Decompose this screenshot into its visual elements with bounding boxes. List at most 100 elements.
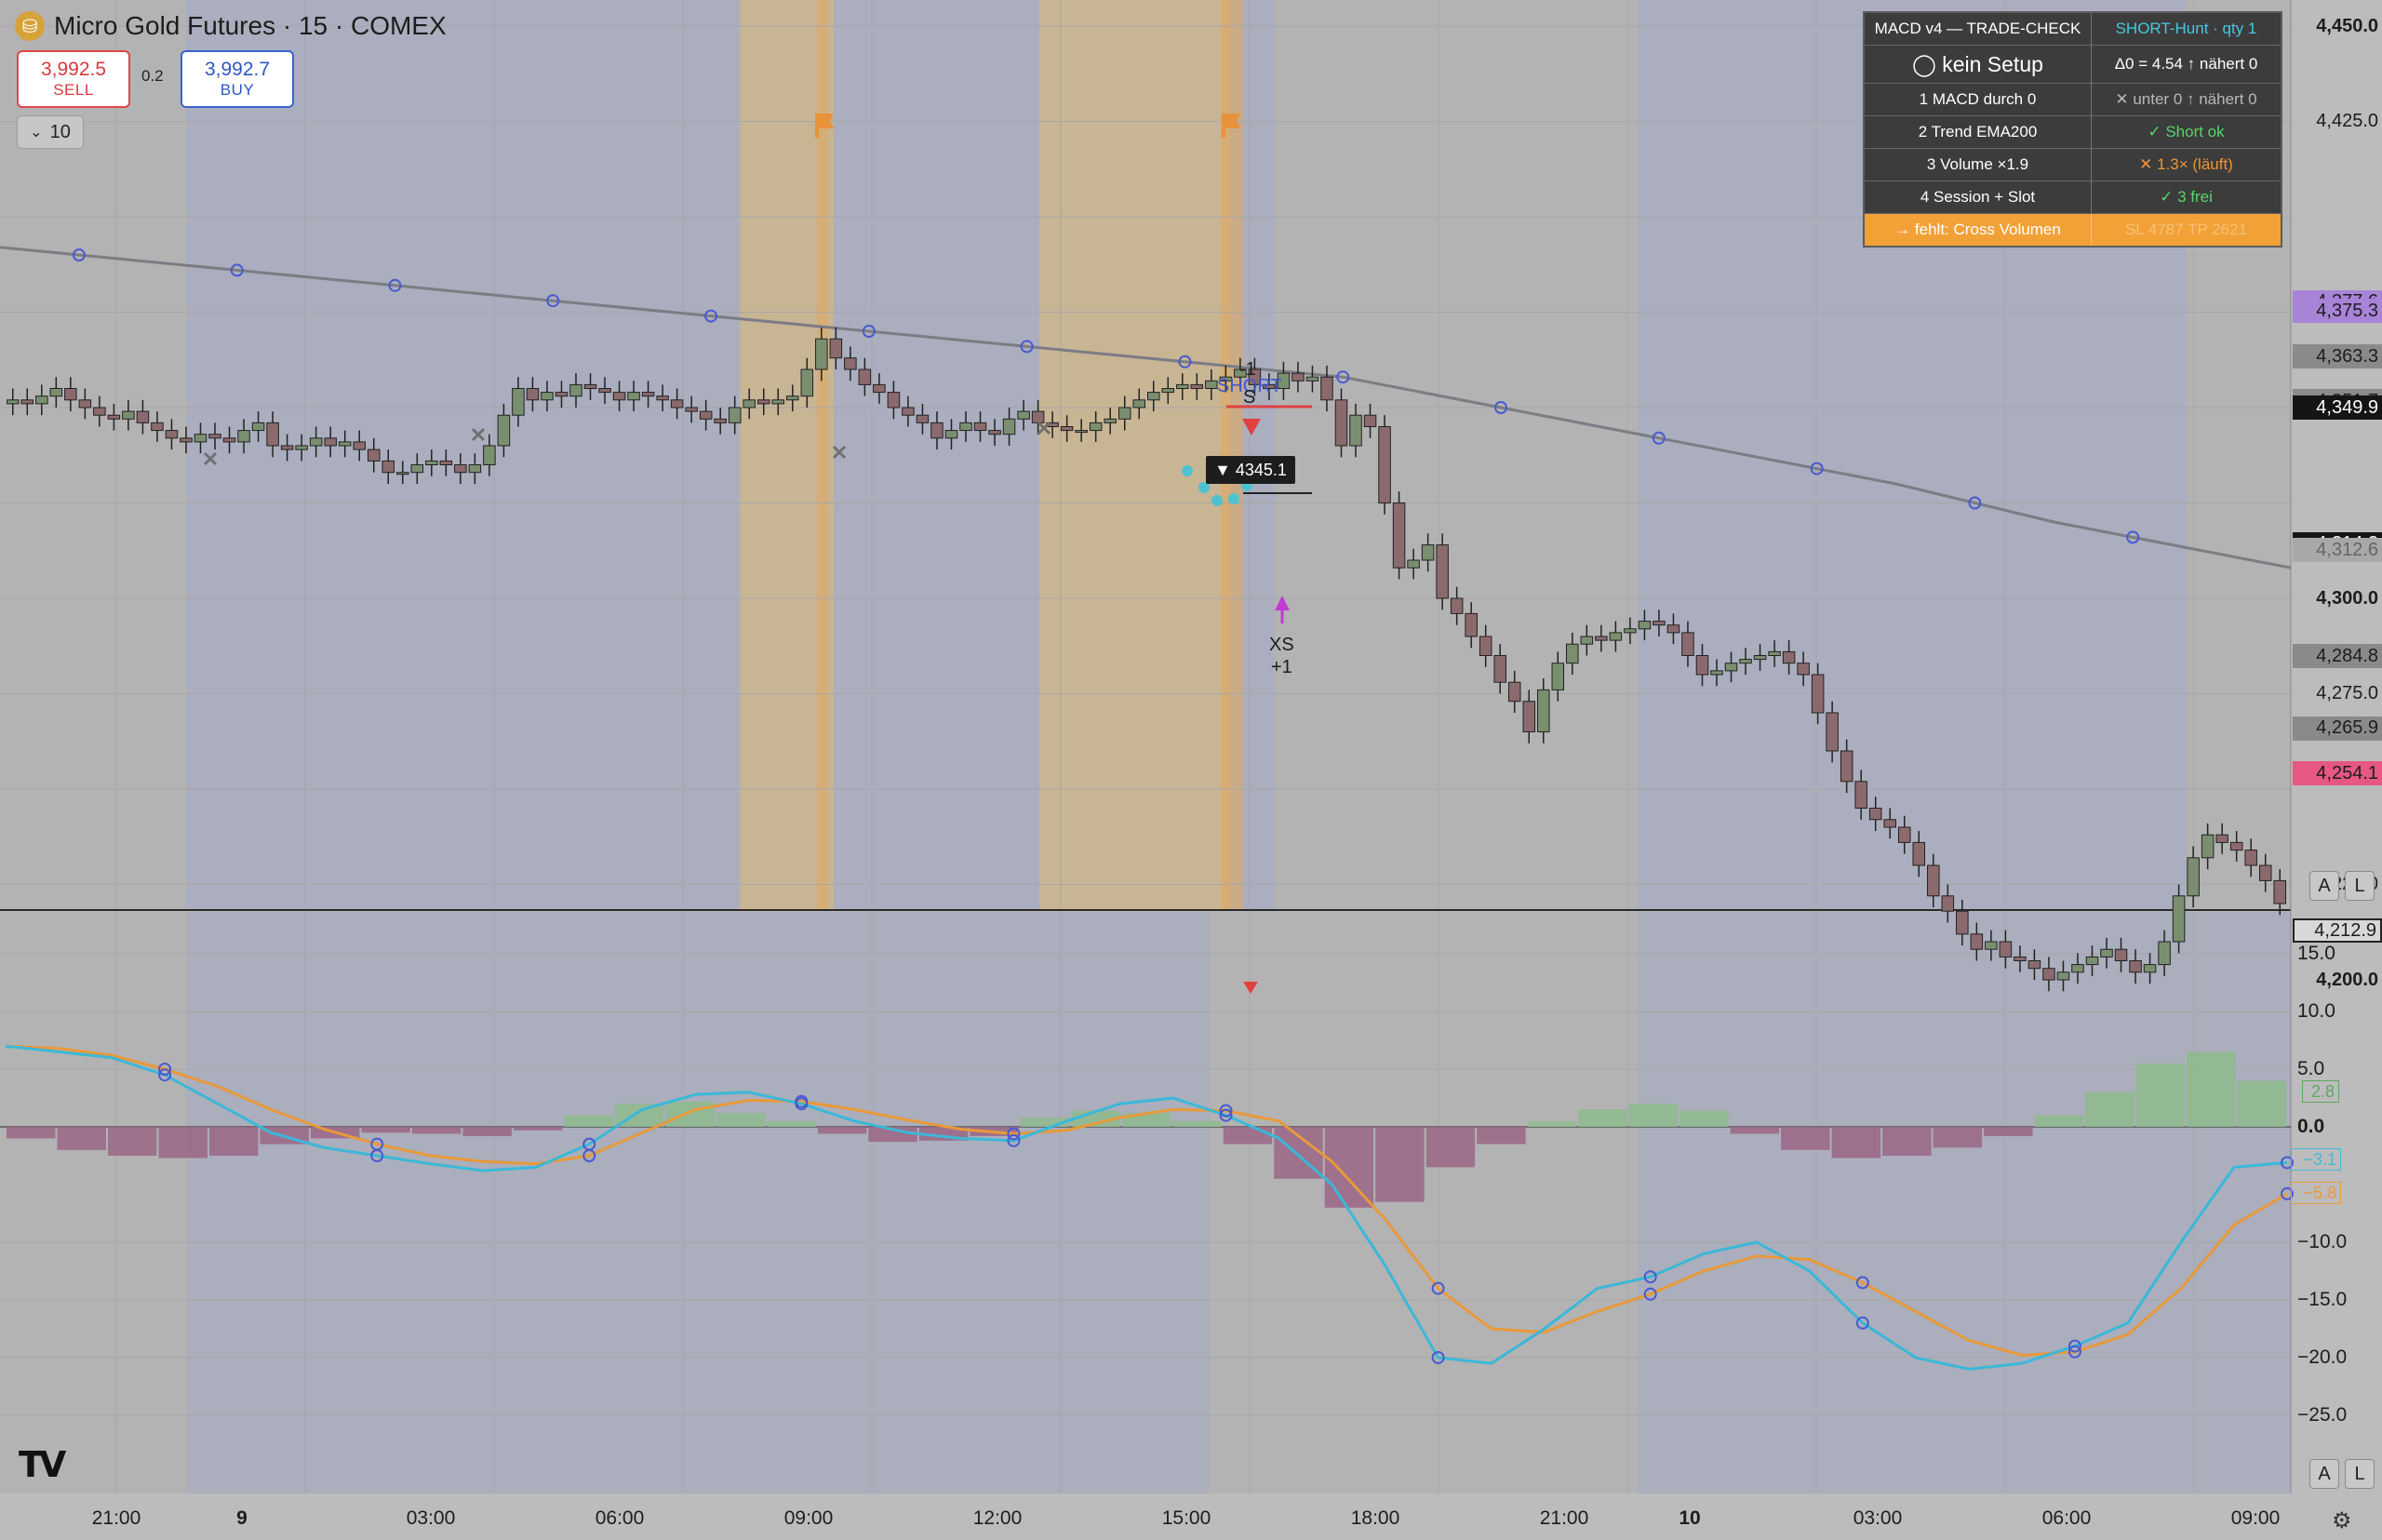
- candle: [165, 430, 179, 439]
- time-axis-label: 09:00: [2230, 1507, 2281, 1529]
- log-scale-button[interactable]: L: [2345, 871, 2375, 901]
- tradingview-logo[interactable]: TV: [19, 1444, 66, 1485]
- candle: [2229, 841, 2243, 851]
- candle: [1840, 750, 1853, 783]
- histogram-value-tag: 2.8: [2302, 1080, 2339, 1103]
- candle: [1580, 636, 1594, 645]
- check-label: 2 Trend EMA200: [1865, 116, 2092, 148]
- histogram-bar: [361, 1127, 410, 1133]
- candle: [1075, 430, 1088, 434]
- candle: [1768, 650, 1781, 657]
- symbol-header[interactable]: ⛁ Micro Gold Futures · 15 · COMEX: [15, 7, 447, 45]
- candle: [1912, 841, 1926, 866]
- candle: [1956, 910, 1969, 935]
- price-axis-label: 4,254.1: [2293, 761, 2382, 786]
- candle: [2114, 948, 2128, 962]
- sell-button[interactable]: 3,992.5 SELL: [17, 50, 130, 108]
- missing-note: SL 4787 TP 2621: [2124, 221, 2248, 238]
- setup-status: ◯ kein Setup: [1865, 46, 2092, 83]
- histogram-bar: [107, 1127, 157, 1156]
- candle: [1363, 414, 1377, 428]
- candle: [309, 437, 323, 447]
- candle: [251, 422, 265, 432]
- candle: [194, 434, 207, 443]
- candle: [1349, 414, 1362, 447]
- session-band: [1039, 0, 1230, 910]
- indicator-axis-label: 10.0: [2297, 1000, 2335, 1022]
- candle: [699, 410, 713, 420]
- check-row: 4 Session + Slot ✓ 3 frei: [1865, 181, 2281, 214]
- signal-s-label: S: [1243, 387, 1256, 408]
- indicator-session-band: [186, 912, 1210, 1493]
- histogram-bar: [1477, 1127, 1526, 1145]
- candle: [944, 430, 958, 439]
- candle: [64, 388, 77, 401]
- indicator-auto-scale-button[interactable]: A: [2309, 1459, 2339, 1489]
- candle: [1407, 559, 1420, 569]
- candle: [930, 422, 943, 439]
- gear-icon[interactable]: ⚙: [2332, 1507, 2356, 1533]
- check-status: ✓ 3 frei: [2160, 188, 2213, 206]
- spread-value: 0.2: [141, 67, 164, 85]
- candle: [728, 407, 742, 423]
- candle: [1782, 650, 1796, 664]
- price-axis-label: 4,349.9: [2293, 395, 2382, 421]
- histogram-bar: [1425, 1127, 1476, 1168]
- price-axis-label: 4,212.9: [2293, 918, 2382, 944]
- chevron-down-icon: ⌄: [30, 125, 43, 141]
- candle: [2187, 857, 2200, 897]
- candle: [743, 399, 756, 408]
- candle: [7, 399, 20, 405]
- quantity-selector[interactable]: ⌄ 10: [17, 115, 84, 149]
- candle: [656, 395, 669, 401]
- candle: [353, 441, 366, 450]
- histogram-bar: [2135, 1063, 2186, 1127]
- candle: [2056, 971, 2070, 981]
- histogram-bar: [1882, 1127, 1932, 1156]
- candle: [512, 388, 525, 416]
- histogram-bar: [2034, 1115, 2084, 1127]
- price-axis-label: 4,284.8: [2293, 644, 2382, 669]
- indicator-axis-label: −25.0: [2297, 1404, 2348, 1426]
- candle: [324, 437, 337, 447]
- candle: [641, 392, 655, 397]
- time-axis-label: 21:00: [91, 1507, 141, 1529]
- candle: [1089, 422, 1103, 432]
- macd-value-tag: −3.1: [2291, 1148, 2341, 1171]
- candle: [1985, 941, 1998, 950]
- candle: [1681, 632, 1694, 657]
- candle: [1826, 712, 1839, 752]
- candle: [208, 434, 221, 439]
- candle: [454, 464, 467, 474]
- candle: [973, 422, 987, 432]
- candle: [1941, 895, 1955, 912]
- candle: [1493, 655, 1506, 683]
- delta-status: Δ0 = 4.54 ↑ nähert 0: [2114, 55, 2258, 73]
- candle: [2215, 834, 2228, 843]
- price-axis-label: 4,300.0: [2316, 587, 2378, 609]
- candle: [1653, 621, 1666, 626]
- candle: [20, 399, 34, 405]
- candle: [1624, 628, 1637, 634]
- price-axis-label: 4,375.3: [2293, 299, 2382, 324]
- indicator-axis-label: 5.0: [2297, 1058, 2325, 1079]
- histogram-bar: [1730, 1127, 1780, 1134]
- indicator-axis-label: 15.0: [2297, 943, 2335, 964]
- check-row: 2 Trend EMA200 ✓ Short ok: [1865, 116, 2281, 149]
- chart-workspace[interactable]: ⛁ Micro Gold Futures · 15 · COMEX 3,992.…: [0, 0, 2382, 1540]
- candle: [1811, 674, 1825, 714]
- candle: [1378, 426, 1391, 503]
- candle: [2027, 960, 2041, 970]
- auto-scale-button[interactable]: A: [2309, 871, 2339, 901]
- histogram-bar: [665, 1101, 715, 1127]
- candle: [1883, 819, 1896, 828]
- candle: [815, 338, 828, 370]
- indicator-log-scale-button[interactable]: L: [2345, 1459, 2375, 1489]
- missing-row: → fehlt: Cross Volumen SL 4787 TP 2621: [1865, 214, 2281, 246]
- candle: [800, 368, 814, 397]
- candle: [2071, 964, 2084, 973]
- histogram-bar: [1375, 1127, 1425, 1202]
- candle: [887, 392, 901, 408]
- price-axis-label: 4,363.3: [2293, 344, 2382, 369]
- buy-button[interactable]: 3,992.7 BUY: [181, 50, 294, 108]
